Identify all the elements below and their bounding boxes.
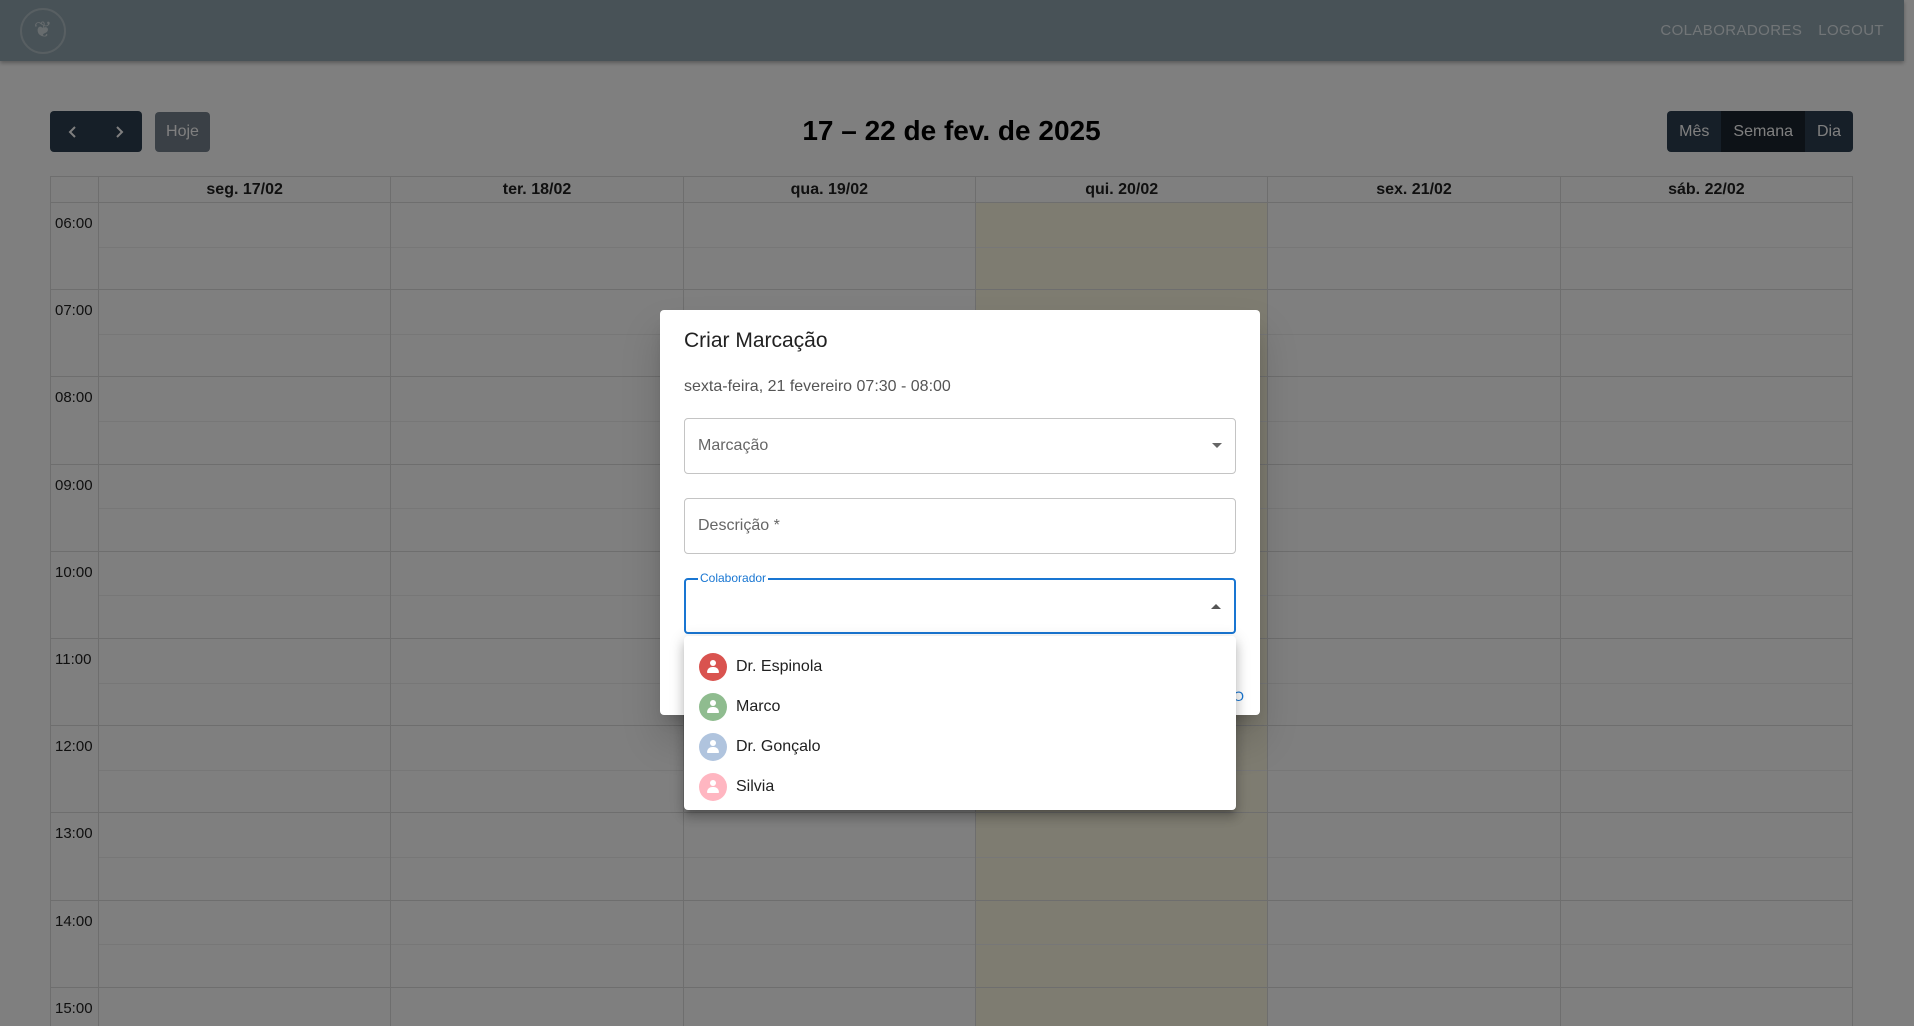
- appointment-type-placeholder: Marcação: [698, 437, 769, 454]
- dialog-datetime: sexta-feira, 21 fevereiro 07:30 - 08:00: [684, 378, 951, 395]
- collaborator-select[interactable]: Colaborador: [684, 571, 1236, 634]
- collaborator-name: Dr. Gonçalo: [736, 738, 821, 755]
- dialog-title: Criar Marcação: [684, 329, 828, 352]
- description-input[interactable]: Descrição *: [684, 498, 1236, 554]
- caret-up-icon: [1211, 604, 1221, 609]
- collaborator-name: Dr. Espinola: [736, 658, 823, 675]
- person-avatar-icon: [699, 773, 727, 801]
- collaborator-option[interactable]: Dr. Espinola: [684, 647, 1236, 687]
- collaborator-option[interactable]: Silvia: [684, 767, 1236, 807]
- caret-down-icon: [1212, 443, 1222, 448]
- person-avatar-icon: [699, 653, 727, 681]
- collaborator-options-menu: Dr. Espinola Marco Dr. Gonçalo Silvia: [684, 636, 1236, 810]
- collaborator-name: Silvia: [736, 778, 775, 795]
- collaborator-name: Marco: [736, 698, 781, 715]
- appointment-type-select[interactable]: Marcação: [684, 418, 1236, 474]
- person-avatar-icon: [699, 733, 727, 761]
- collaborator-option[interactable]: Marco: [684, 687, 1236, 727]
- person-avatar-icon: [699, 693, 727, 721]
- collaborator-option[interactable]: Dr. Gonçalo: [684, 727, 1236, 767]
- description-placeholder: Descrição *: [698, 517, 780, 534]
- collaborator-label: Colaborador: [698, 571, 769, 585]
